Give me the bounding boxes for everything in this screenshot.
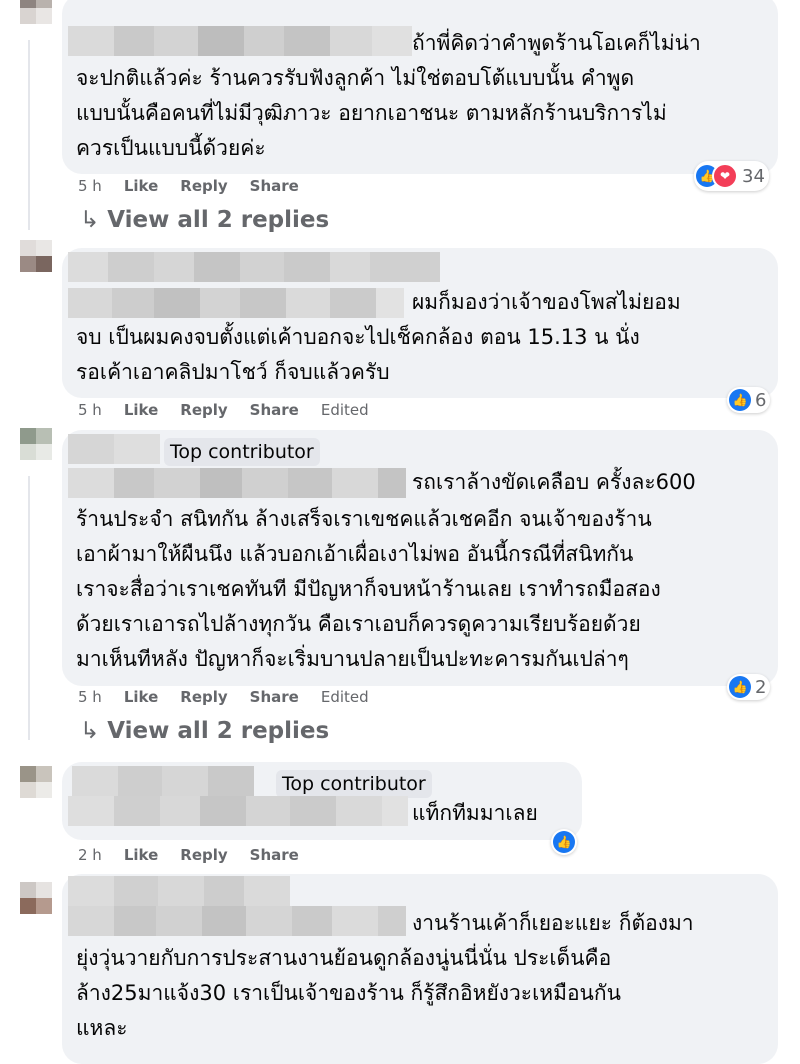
- comment-text: ร้านประจำ สนิทกัน ล้างเสร็จเราเขชคแล้วเช…: [76, 507, 661, 671]
- comment-time[interactable]: 2 h: [78, 846, 102, 864]
- reaction-summary[interactable]: 👍 ❤ 34: [694, 161, 769, 191]
- love-reaction-icon: ❤: [712, 163, 738, 189]
- comment-text: จะปกติแล้วค่ะ ร้านควรรับฟังลูกค้า ไม่ใช่…: [76, 66, 667, 160]
- avatar[interactable]: [6, 240, 52, 286]
- blurred-author-name: [68, 434, 160, 464]
- blurred-author-name: [68, 468, 406, 498]
- comment-text: ยุ่งวุ่นวายกับการประสานงานย้อนดูกล้องนู่…: [76, 946, 621, 1040]
- thread-line: [28, 476, 30, 740]
- edited-label: Edited: [320, 401, 369, 419]
- like-reaction-icon: 👍: [553, 831, 575, 853]
- comment-text: จบ เป็นผมคงจบตั้งแต่เค้าบอกจะไปเช็คกล้อง…: [76, 325, 640, 384]
- like-button[interactable]: Like: [124, 177, 158, 195]
- share-button[interactable]: Share: [250, 846, 299, 864]
- reply-arrow-icon: ↳: [80, 207, 100, 233]
- comment-text: งานร้านเค้าก็เยอะแยะ ก็ต้องมา: [412, 911, 694, 935]
- avatar[interactable]: [6, 0, 52, 38]
- reaction-summary[interactable]: 👍 2: [727, 674, 771, 700]
- reaction-count: 34: [742, 165, 765, 187]
- blurred-author-name: [72, 766, 254, 796]
- blurred-author-name: [68, 26, 412, 56]
- like-button[interactable]: Like: [124, 688, 158, 706]
- comment-time[interactable]: 5 h: [78, 401, 102, 419]
- view-replies-link[interactable]: ↳ View all 2 replies: [80, 718, 329, 744]
- blurred-author-name: [68, 796, 408, 826]
- edited-label: Edited: [320, 688, 369, 706]
- comment-text: แท็กทีมมาเลย: [412, 801, 538, 825]
- comment-actions: 2 h Like Reply Share: [78, 846, 299, 864]
- reaction-count: 2: [755, 676, 767, 698]
- view-replies-link[interactable]: ↳ View all 2 replies: [80, 207, 329, 233]
- comment-actions: 5 h Like Reply Share Edited: [78, 688, 369, 706]
- blurred-author-name: [68, 906, 406, 936]
- reply-button[interactable]: Reply: [180, 177, 227, 195]
- comment-text: รถเราล้างขัดเคลือบ ครั้งละ600: [412, 470, 696, 494]
- avatar[interactable]: [6, 428, 52, 474]
- avatar[interactable]: [6, 766, 52, 812]
- comment-actions: 5 h Like Reply Share Edited: [78, 401, 369, 419]
- thread-line: [28, 40, 30, 230]
- reply-button[interactable]: Reply: [180, 688, 227, 706]
- reaction-count: 6: [755, 389, 767, 411]
- comment-actions: 5 h Like Reply Share: [78, 177, 299, 195]
- reply-button[interactable]: Reply: [180, 846, 227, 864]
- like-button[interactable]: Like: [124, 401, 158, 419]
- top-contributor-badge: Top contributor: [164, 438, 320, 466]
- like-reaction-icon: 👍: [729, 676, 751, 698]
- reaction-summary[interactable]: 👍: [551, 829, 577, 855]
- blurred-author-name: [68, 252, 440, 282]
- like-button[interactable]: Like: [124, 846, 158, 864]
- reply-button[interactable]: Reply: [180, 401, 227, 419]
- avatar[interactable]: [6, 882, 52, 928]
- like-reaction-icon: 👍: [729, 389, 751, 411]
- comment-text: ถ้าพี่คิดว่าคำพูดร้านโอเคก็ไม่น่า: [412, 31, 701, 55]
- share-button[interactable]: Share: [250, 177, 299, 195]
- comment-time[interactable]: 5 h: [78, 177, 102, 195]
- blurred-author-name: [68, 288, 404, 318]
- reply-arrow-icon: ↳: [80, 718, 100, 744]
- comment-text: ผมก็มองว่าเจ้าของโพสไม่ยอม: [412, 290, 681, 314]
- reaction-summary[interactable]: 👍 6: [727, 387, 771, 413]
- blurred-author-name: [68, 876, 290, 906]
- comment-time[interactable]: 5 h: [78, 688, 102, 706]
- top-contributor-badge: Top contributor: [276, 770, 432, 798]
- share-button[interactable]: Share: [250, 688, 299, 706]
- share-button[interactable]: Share: [250, 401, 299, 419]
